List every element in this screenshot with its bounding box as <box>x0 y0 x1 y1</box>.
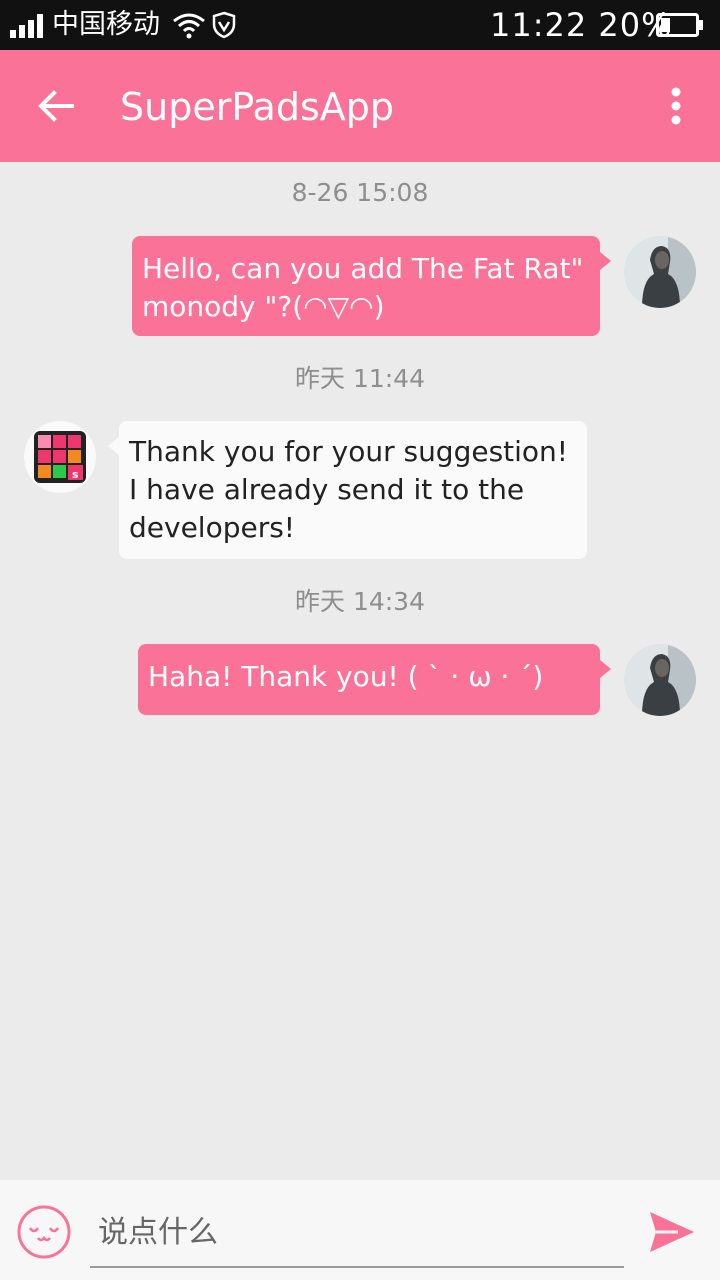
status-bar: 中国移动 11:22 20% <box>0 0 720 50</box>
battery-icon <box>656 13 703 37</box>
emoji-icon[interactable] <box>16 1204 72 1260</box>
outgoing-message-bubble[interactable]: Haha! Thank you! ( ` · ω · ´) <box>138 644 600 715</box>
user-avatar[interactable] <box>624 236 696 308</box>
more-vertical-icon[interactable] <box>660 78 692 134</box>
signal-icon <box>10 14 44 38</box>
outgoing-message-bubble[interactable]: Hello, can you add The Fat Rat" monody "… <box>132 236 600 336</box>
arrow-left-icon[interactable] <box>28 78 84 134</box>
clock-time: 11:22 <box>490 6 588 44</box>
svg-text:s: s <box>72 468 79 481</box>
shield-icon <box>212 11 236 39</box>
app-avatar[interactable]: s <box>24 421 96 493</box>
message-composer <box>0 1180 720 1280</box>
bubble-tail <box>600 252 611 270</box>
wifi-icon <box>173 13 205 39</box>
bubble-tail <box>600 660 611 678</box>
message-input[interactable] <box>90 1198 624 1268</box>
message-timestamp: 8-26 15:08 <box>291 178 429 207</box>
message-text: Thank you for your suggestion! I have al… <box>129 435 569 544</box>
page-title: SuperPadsApp <box>120 85 394 129</box>
incoming-message-bubble[interactable]: Thank you for your suggestion! I have al… <box>119 421 587 559</box>
message-timestamp: 昨天 11:44 <box>295 364 425 393</box>
message-timestamp: 昨天 14:34 <box>295 587 425 616</box>
message-text: Hello, can you add The Fat Rat" monody "… <box>142 252 584 323</box>
bubble-tail <box>108 437 119 455</box>
message-text: Haha! Thank you! ( ` · ω · ´) <box>148 660 544 693</box>
user-avatar[interactable] <box>624 644 696 716</box>
send-icon[interactable] <box>648 1210 696 1254</box>
carrier-name: 中国移动 <box>52 9 160 40</box>
app-bar: SuperPadsApp <box>0 50 720 162</box>
